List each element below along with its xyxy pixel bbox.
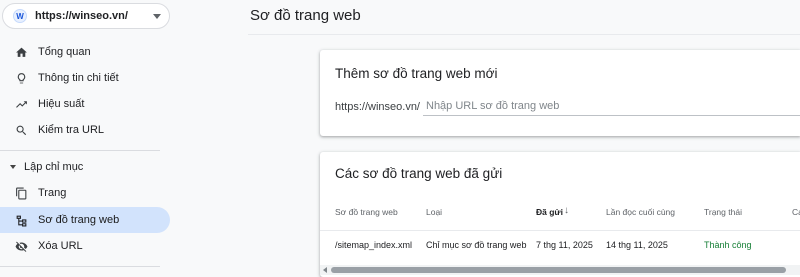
horizontal-scrollbar[interactable] [320, 265, 800, 275]
nav-item-pages[interactable]: Trang [0, 180, 170, 206]
sitemap-icon [14, 213, 28, 227]
column-header-type[interactable]: Loại [426, 207, 442, 217]
scroll-left-icon[interactable] [323, 267, 327, 273]
property-logo-icon: W [13, 9, 27, 23]
pages-icon [14, 186, 28, 200]
add-sitemap-title: Thêm sơ đồ trang web mới [335, 66, 498, 81]
nav-item-label: Kiểm tra URL [38, 124, 105, 136]
sitemap-url-input[interactable] [423, 96, 800, 116]
cell-last-read: 14 thg 11, 2025 [606, 240, 668, 250]
cell-submitted: 7 thg 11, 2025 [536, 240, 593, 250]
nav-item-insights[interactable]: Thông tin chi tiết [0, 65, 170, 91]
nav-item-label: Trang [38, 187, 67, 199]
section-label: Lập chỉ mục [24, 161, 84, 173]
collapse-caret-icon [10, 165, 16, 169]
search-icon [14, 123, 28, 137]
nav-item-label: Thông tin chi tiết [38, 72, 119, 84]
column-header-truncated[interactable]: Cá [792, 207, 800, 217]
nav-item-label: Tổng quan [38, 46, 91, 58]
property-label: https://winseo.vn/ [35, 10, 128, 22]
column-header-status[interactable]: Trạng thái [704, 207, 742, 217]
sidebar-divider [0, 150, 160, 151]
page-title: Sơ đồ trang web [250, 7, 361, 24]
visibility-off-icon [14, 239, 28, 253]
lightbulb-icon [14, 71, 28, 85]
column-header-sitemap[interactable]: Sơ đồ trang web [335, 207, 398, 217]
cell-status: Thành công [704, 240, 752, 250]
trending-up-icon [14, 97, 28, 111]
cell-type: Chỉ mục sơ đồ trang web [426, 240, 527, 250]
nav-item-overview[interactable]: Tổng quan [0, 39, 170, 65]
cell-sitemap[interactable]: /sitemap_index.xml [335, 240, 412, 250]
nav-item-performance[interactable]: Hiệu suất [0, 91, 170, 117]
nav-item-label: Hiệu suất [38, 98, 85, 110]
table-header-divider [320, 230, 800, 231]
nav-item-sitemaps[interactable]: Sơ đồ trang web [0, 207, 170, 233]
sort-descending-icon[interactable]: ↓ [564, 205, 569, 216]
submitted-sitemaps-card: Các sơ đồ trang web đã gửi Sơ đồ trang w… [320, 152, 800, 277]
submitted-sitemaps-title: Các sơ đồ trang web đã gửi [335, 166, 503, 181]
nav-item-label: Xóa URL [38, 240, 83, 252]
add-sitemap-card: Thêm sơ đồ trang web mới https://winseo.… [320, 50, 800, 136]
dropdown-caret-icon [153, 13, 161, 19]
url-prefix: https://winseo.vn/ [335, 101, 420, 113]
home-icon [14, 45, 28, 59]
column-header-submitted[interactable]: Đã gửi [536, 207, 563, 217]
nav-item-removals[interactable]: Xóa URL [0, 233, 170, 259]
header-divider [248, 34, 800, 35]
sidebar-divider [0, 266, 160, 267]
nav-item-label: Sơ đồ trang web [38, 214, 120, 226]
column-header-last-read[interactable]: Lần đọc cuối cùng [606, 207, 675, 217]
property-selector[interactable]: W https://winseo.vn/ [2, 3, 170, 29]
section-indexing[interactable]: Lập chỉ mục [0, 156, 170, 178]
nav-item-url-inspection[interactable]: Kiểm tra URL [0, 117, 170, 143]
scrollbar-thumb[interactable] [331, 267, 786, 273]
sidebar: W https://winseo.vn/ Tổng quan Thông tin… [0, 0, 182, 277]
